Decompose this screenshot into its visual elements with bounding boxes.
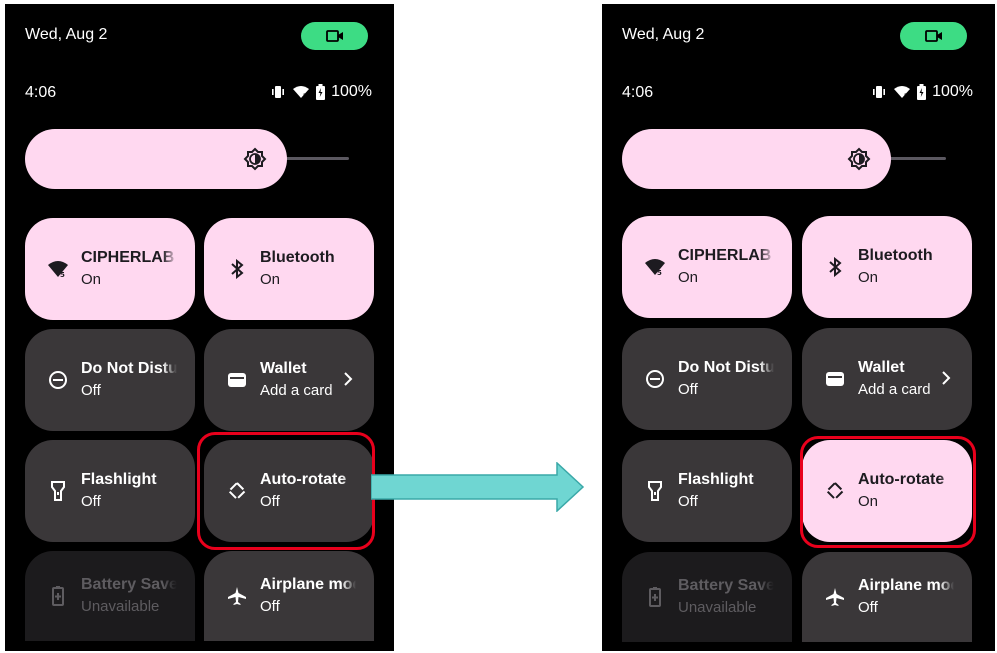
highlight-box: [197, 432, 375, 550]
tile-airplane-mode[interactable]: Airplane mode Off: [204, 551, 374, 641]
flashlight-icon: [644, 480, 666, 502]
tile-flashlight[interactable]: Flashlight Off: [25, 440, 195, 542]
tile-flashlight[interactable]: Flashlight Off: [622, 440, 792, 542]
clock: 4:06: [622, 84, 654, 101]
highlight-box: [800, 436, 976, 548]
tile-state: Off: [81, 493, 101, 510]
date-label: Wed, Aug 2: [25, 26, 108, 43]
svg-text:5: 5: [60, 271, 65, 278]
tile-label: Do Not Disturb: [81, 360, 177, 377]
tile-state: Add a card: [858, 381, 931, 398]
video-camera-icon: [924, 30, 942, 42]
tile-wallet[interactable]: Wallet Add a card: [802, 328, 972, 430]
vibrate-icon: [272, 86, 285, 98]
bluetooth-icon: [226, 258, 248, 280]
tile-wifi[interactable]: 5 CIPHERLAB On: [25, 218, 195, 320]
video-camera-icon: [325, 30, 343, 42]
tile-state: On: [678, 269, 699, 286]
tile-battery-saver: Battery Saver Unavailable: [622, 552, 792, 642]
brightness-slider[interactable]: [622, 129, 946, 189]
tile-do-not-disturb[interactable]: Do Not Disturb Off: [622, 328, 792, 430]
chevron-right-icon: [942, 371, 951, 385]
tile-state: Off: [678, 493, 698, 510]
tile-label: Bluetooth: [260, 249, 335, 266]
svg-text:5: 5: [657, 269, 662, 276]
wifi-icon: 5: [894, 86, 911, 99]
brightness-icon: [243, 147, 267, 171]
brightness-slider[interactable]: [25, 129, 349, 189]
tile-wifi[interactable]: 5 CIPHERLAB On: [622, 216, 792, 318]
svg-text:5: 5: [904, 93, 908, 99]
tile-label: Airplane mode: [260, 576, 356, 593]
battery-icon: [917, 84, 927, 100]
brightness-icon: [847, 147, 871, 171]
status-icons: 5 100%: [270, 83, 372, 101]
camera-privacy-chip[interactable]: [301, 22, 368, 50]
wallet-icon: [824, 368, 846, 390]
do-not-disturb-icon: [644, 368, 666, 390]
tile-state: Add a card: [260, 382, 333, 399]
wifi-icon: 5: [47, 258, 69, 280]
tile-label: Bluetooth: [858, 247, 933, 264]
tile-bluetooth[interactable]: Bluetooth On: [204, 218, 374, 320]
tile-state: Unavailable: [81, 598, 160, 615]
tile-label: CIPHERLAB: [678, 247, 772, 264]
quick-settings-panel-before: Wed, Aug 2 4:06 5 100% 5 CIPHERLAB On Bl…: [5, 4, 394, 651]
tile-state: Off: [678, 381, 698, 398]
date-label: Wed, Aug 2: [622, 26, 705, 43]
tile-label: Do Not Disturb: [678, 359, 774, 376]
tile-label: Battery Saver: [81, 576, 177, 593]
battery-saver-icon: [644, 586, 666, 608]
tile-bluetooth[interactable]: Bluetooth On: [802, 216, 972, 318]
tile-state: On: [858, 269, 879, 286]
tile-state: Off: [260, 598, 280, 615]
airplane-icon: [226, 585, 248, 607]
quick-settings-panel-after: Wed, Aug 2 4:06 5 100% 5 CIPHERLAB On Bl…: [602, 4, 995, 651]
clock: 4:06: [25, 84, 57, 101]
flashlight-icon: [47, 480, 69, 502]
tile-label: CIPHERLAB: [81, 249, 175, 266]
chevron-right-icon: [344, 372, 353, 386]
tile-wallet[interactable]: Wallet Add a card: [204, 329, 374, 431]
wifi-icon: 5: [293, 86, 310, 99]
tile-label: Airplane mode: [858, 577, 954, 594]
status-icons: 5 100%: [871, 83, 973, 101]
bluetooth-icon: [824, 256, 846, 278]
tile-state: On: [260, 271, 281, 288]
tile-state: Off: [858, 599, 878, 616]
battery-percent: 100%: [932, 83, 973, 100]
arrow-right-icon: [371, 462, 585, 512]
camera-privacy-chip[interactable]: [900, 22, 967, 50]
wifi-icon: 5: [644, 256, 666, 278]
tile-airplane-mode[interactable]: Airplane mode Off: [802, 552, 972, 642]
battery-icon: [316, 84, 326, 100]
tile-state: On: [81, 271, 102, 288]
airplane-icon: [824, 586, 846, 608]
tile-battery-saver: Battery Saver Unavailable: [25, 551, 195, 641]
tile-label: Wallet: [858, 359, 905, 376]
tile-state: Unavailable: [678, 599, 757, 616]
tile-label: Wallet: [260, 360, 307, 377]
battery-saver-icon: [47, 585, 69, 607]
tile-label: Battery Saver: [678, 577, 774, 594]
tile-state: Off: [81, 382, 101, 399]
tile-label: Flashlight: [81, 471, 157, 488]
do-not-disturb-icon: [47, 369, 69, 391]
tile-do-not-disturb[interactable]: Do Not Disturb Off: [25, 329, 195, 431]
battery-percent: 100%: [331, 83, 372, 100]
wallet-icon: [226, 369, 248, 391]
vibrate-icon: [873, 86, 886, 98]
svg-text:5: 5: [303, 93, 307, 99]
tile-label: Flashlight: [678, 471, 754, 488]
